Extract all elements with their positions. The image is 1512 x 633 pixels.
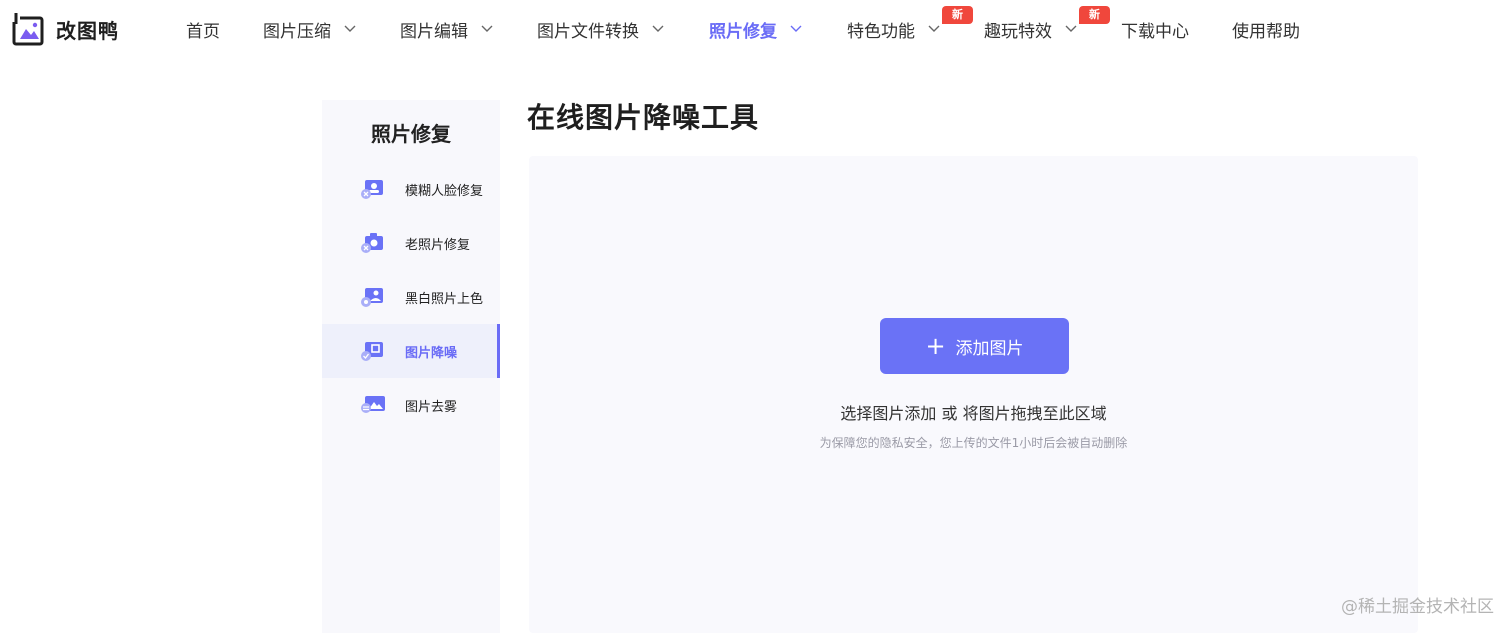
- nav-label: 图片编辑: [400, 21, 468, 42]
- logo-icon: [12, 12, 44, 46]
- sidebar-item-dehaze[interactable]: 图片去雾: [322, 378, 500, 432]
- face-restore-icon: [361, 180, 383, 199]
- hint-select-text: 选择图片添加: [840, 404, 937, 423]
- denoise-icon: [361, 342, 383, 361]
- sidebar-item-label: 老照片修复: [405, 237, 471, 253]
- nav-label: 图片压缩: [263, 21, 331, 42]
- dehaze-icon: [361, 396, 385, 413]
- nav-label: 使用帮助: [1232, 21, 1300, 42]
- sidebar-item-old-photo[interactable]: 老照片修复: [322, 216, 500, 270]
- nav-label: 特色功能: [847, 21, 915, 42]
- top-header: 改图鸭 首页 图片压缩 图片编辑 图片文件转换 照片修复 特色功能 新 趣玩特效: [0, 0, 1512, 58]
- nav-home[interactable]: 首页: [186, 17, 220, 42]
- add-image-button[interactable]: + 添加图片: [880, 318, 1069, 374]
- sidebar: 照片修复 模糊人脸修复 老照片修复 黑白照片上色 图片降噪 图片去雾: [322, 100, 500, 633]
- chevron-down-icon: [1065, 25, 1077, 32]
- brand-logo[interactable]: 改图鸭: [12, 12, 119, 46]
- sidebar-item-denoise[interactable]: 图片降噪: [322, 324, 500, 378]
- watermark: @稀土掘金技术社区: [1341, 597, 1494, 617]
- sidebar-title: 照片修复: [371, 122, 451, 146]
- nav-label: 趣玩特效: [984, 21, 1052, 42]
- nav-image-edit[interactable]: 图片编辑: [400, 17, 494, 42]
- chevron-down-icon: [652, 25, 664, 32]
- sidebar-item-label: 黑白照片上色: [405, 291, 484, 307]
- new-badge: 新: [1079, 6, 1110, 24]
- nav-label: 照片修复: [709, 21, 777, 42]
- chevron-down-icon: [481, 25, 493, 32]
- plus-icon: +: [925, 332, 946, 360]
- old-photo-icon: [361, 233, 383, 253]
- colorize-icon: [361, 288, 383, 307]
- sidebar-item-colorize[interactable]: 黑白照片上色: [322, 270, 500, 324]
- chevron-down-icon: [928, 25, 940, 32]
- chevron-down-icon: [344, 25, 356, 32]
- nav-photo-repair[interactable]: 照片修复: [709, 17, 803, 42]
- add-image-label: 添加图片: [955, 338, 1024, 359]
- brand-name: 改图鸭: [56, 18, 119, 43]
- nav-help[interactable]: 使用帮助: [1232, 17, 1300, 42]
- sidebar-item-face-restore[interactable]: 模糊人脸修复: [322, 162, 500, 216]
- nav-fun-effects[interactable]: 趣玩特效: [984, 17, 1078, 42]
- sidebar-item-label: 图片去雾: [405, 399, 458, 415]
- sidebar-item-label: 图片降噪: [405, 345, 458, 361]
- nav-download-center[interactable]: 下载中心: [1121, 17, 1189, 42]
- nav-image-compress[interactable]: 图片压缩: [263, 17, 357, 42]
- nav-featured[interactable]: 特色功能: [847, 17, 941, 42]
- nav-label: 图片文件转换: [537, 21, 639, 42]
- new-badge: 新: [942, 6, 973, 24]
- upload-dropzone[interactable]: + 添加图片 选择图片添加 或 将图片拖拽至此区域 为保障您的隐私安全，您上传的…: [529, 156, 1418, 633]
- upload-hint: 选择图片添加 或 将图片拖拽至此区域: [529, 400, 1418, 424]
- sidebar-item-label: 模糊人脸修复: [405, 183, 484, 199]
- hint-drag-text: 将图片拖拽至此区域: [962, 404, 1107, 423]
- nav-label: 首页: [186, 21, 220, 42]
- nav-file-convert[interactable]: 图片文件转换: [537, 17, 665, 42]
- hint-or-text: 或: [941, 404, 958, 423]
- chevron-down-icon: [790, 25, 802, 32]
- privacy-notice: 为保障您的隐私安全，您上传的文件1小时后会被自动删除: [819, 436, 1128, 450]
- page-title: 在线图片降噪工具: [527, 101, 760, 134]
- nav-label: 下载中心: [1121, 21, 1189, 42]
